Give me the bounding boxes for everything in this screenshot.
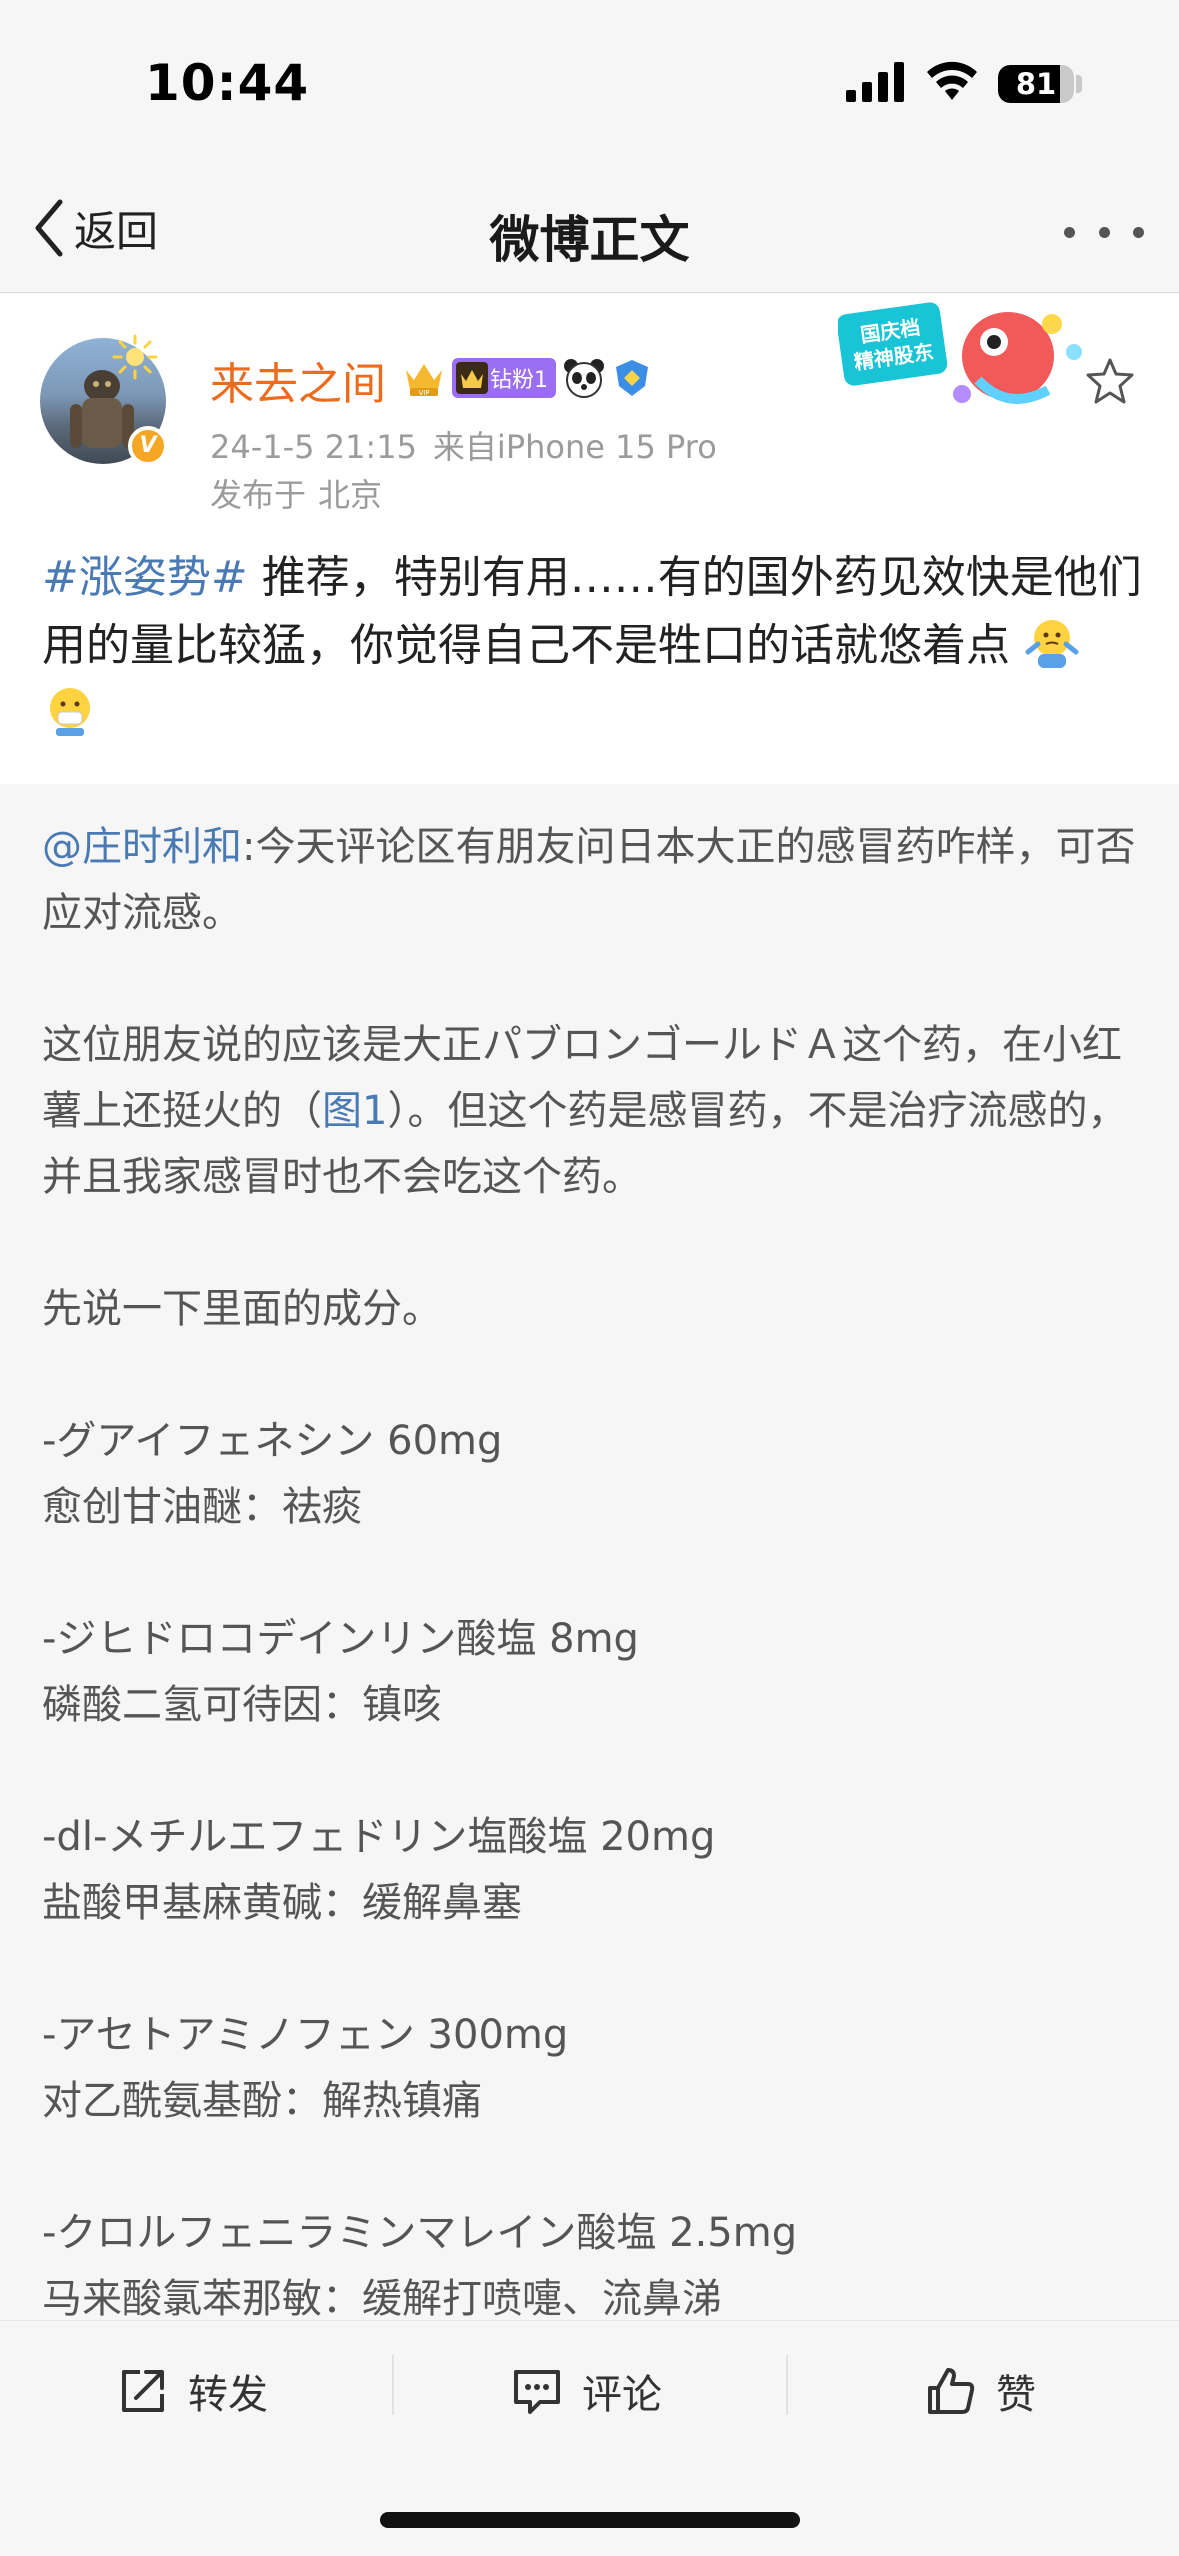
ingredient-jp: -ジヒドロコデインリン酸塩 8mg [42, 1616, 639, 1662]
status-bar: 10:44 81 [0, 0, 1179, 160]
more-dot [1133, 226, 1144, 238]
ingredient-cn: 盐酸甲基麻黄碱：缓解鼻塞 [42, 1880, 522, 1926]
wifi-icon [927, 61, 977, 100]
ingredient-jp: -グアイフェネシン 60mg [42, 1418, 503, 1464]
favorite-star-icon[interactable] [1084, 356, 1136, 406]
repost-label: 转发 [188, 2372, 268, 2418]
post-location: 发布于 北京 [210, 470, 382, 516]
author-avatar[interactable]: V [40, 334, 170, 468]
post-body: #涨姿势# 推荐，特别有用……有的国外药见效快是他们用的量比较猛，你觉得自己不是… [42, 544, 1142, 748]
post-card: V 来去之间 VIP 钻粉1 24-1-5 21:15 来自iPhone 15 … [0, 294, 1179, 784]
fan-crown-icon [456, 362, 488, 394]
battery-cap [1076, 75, 1082, 93]
ingredient-jp: -クロルフェニラミンマレイン酸塩 2.5mg [42, 2210, 798, 2256]
like-label: 赞 [996, 2372, 1036, 2418]
shrug-emoji-icon [1025, 620, 1079, 668]
fan-level-label: 钻粉1 [490, 368, 548, 393]
status-time: 10:44 [145, 54, 310, 112]
battery-level: 81 [1015, 67, 1057, 101]
hashtag-link[interactable]: #涨姿势# [42, 552, 248, 603]
repost-content[interactable]: @庄时利和:今天评论区有朋友问日本大正的感冒药咋样，可否应对流感。 这位朋友说的… [42, 814, 1152, 2332]
mention-link[interactable]: @庄时利和 [42, 824, 242, 870]
verified-v-icon: V [128, 426, 168, 466]
sun-decoration-icon [112, 334, 158, 380]
post-timestamp: 24-1-5 21:15 [210, 428, 417, 466]
nav-bar: 返回 微博正文 [0, 160, 1179, 293]
page-title: 微博正文 [489, 211, 690, 269]
more-dot [1098, 226, 1110, 238]
more-dot [1064, 226, 1075, 238]
svg-text:VIP: VIP [418, 389, 429, 397]
post-source: 来自iPhone 15 Pro [432, 428, 717, 466]
repost-paragraph: 这位朋友说的应该是大正パブロンゴールドＡ这个药，在小红薯上还挺火的（图1）。但这… [42, 1012, 1152, 1210]
home-indicator [380, 2512, 800, 2528]
shield-badge-icon[interactable] [612, 358, 652, 398]
fan-level-badge[interactable]: 钻粉1 [452, 358, 556, 398]
repost-paragraph: 先说一下里面的成分。 [42, 1286, 442, 1332]
battery-icon: 81 [998, 65, 1074, 103]
repost-button[interactable]: 转发 [116, 2359, 268, 2423]
comment-icon [514, 2370, 560, 2414]
image-link[interactable]: 图1 [322, 1088, 387, 1134]
vip-crown-badge-icon[interactable]: VIP [402, 358, 446, 398]
sick-emoji-icon [50, 688, 90, 736]
ingredient-cn: 愈创甘油醚：祛痰 [42, 1484, 362, 1530]
comment-button[interactable]: 评论 [510, 2359, 662, 2423]
cellular-signal-icon [846, 62, 904, 102]
repost-icon [122, 2370, 164, 2412]
divider [392, 2355, 394, 2415]
ingredient-cn: 对乙酰氨基酚：解热镇痛 [42, 2078, 482, 2124]
promo-banner-mascot[interactable]: 国庆档 精神股东 [838, 294, 1098, 414]
more-dots-icon[interactable] [1064, 220, 1144, 244]
user-badges: VIP 钻粉1 [402, 356, 652, 400]
location-prefix: 发布于 [210, 476, 307, 514]
repost-paragraph: @庄时利和:今天评论区有朋友问日本大正的感冒药咋样，可否应对流感。 [42, 814, 1152, 946]
post-meta: 24-1-5 21:15 来自iPhone 15 Pro [210, 422, 717, 468]
divider [786, 2355, 788, 2415]
like-button[interactable]: 赞 [924, 2359, 1036, 2423]
panda-badge-icon[interactable] [562, 356, 606, 400]
ingredient-cn: 磷酸二氢可待因：镇咳 [42, 1682, 442, 1728]
comment-label: 评论 [582, 2372, 662, 2418]
ingredient-jp: -アセトアミノフェン 300mg [42, 2012, 569, 2058]
author-name[interactable]: 来去之间 [210, 348, 386, 412]
thumbs-up-icon [928, 2368, 975, 2414]
location-value: 北京 [318, 476, 383, 514]
ingredient-jp: -dl-メチルエフェドリン塩酸塩 20mg [42, 1814, 716, 1860]
